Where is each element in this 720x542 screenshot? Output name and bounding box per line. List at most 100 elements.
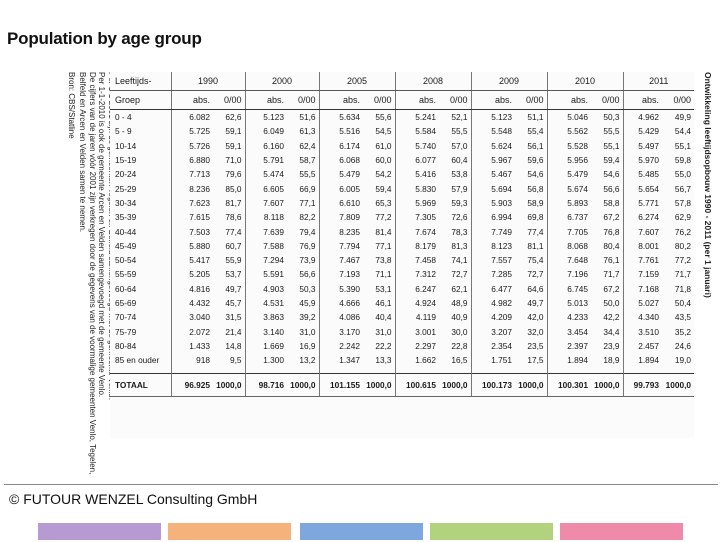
age-group-cell: TOTAAL [110, 373, 171, 398]
abs-value-cell: 5.970 [622, 152, 662, 168]
abs-value-cell: 6.994 [470, 210, 515, 225]
age-group-cell: 0 - 4 [115, 112, 132, 123]
permille-subheader: 0/00 [439, 90, 471, 110]
permille-subheader: 0/00 [515, 90, 547, 110]
table-row: 60-64 4.816 49,7 4.903 50,3 5.390 53,1 6.247 62,… [110, 281, 694, 296]
permille-value-cell: 39,2 [299, 312, 316, 323]
permille-value-cell: 32,0 [527, 326, 544, 337]
abs-value-cell: 8.118 [244, 210, 287, 225]
permille-value-cell: 72,6 [451, 212, 468, 223]
permille-subheader: 0/00 [213, 90, 245, 110]
abs-value-cell: 5.241 [394, 109, 439, 125]
source-notes: Per 1-1-2001 zijn de gemeenten Tegelen e… [36, 72, 116, 542]
abs-value-cell: 4.816 [170, 281, 213, 296]
permille-value-cell: 1000,0 [591, 373, 623, 398]
permille-value-cell: 34,4 [603, 326, 620, 337]
abs-value-cell: 4.531 [244, 295, 287, 311]
permille-value-cell: 55,5 [603, 126, 620, 137]
permille-value-cell: 23,9 [603, 340, 620, 351]
permille-value-cell: 60,7 [225, 240, 242, 251]
permille-value-cell: 77,1 [299, 197, 316, 208]
abs-value-cell: 5.516 [318, 124, 363, 139]
population-table: Leeftijds- 1990 2000 2005 2008 2009 2010 2011 … [110, 72, 695, 398]
table-row: 10-14 5.726 59,1 6.160 62,4 6.174 61,0 5.740 57,… [110, 138, 694, 153]
abs-value-cell: 5.624 [470, 138, 515, 153]
abs-value-cell: 7.312 [394, 267, 439, 282]
table-year-header-row: Leeftijds- 1990 2000 2005 2008 2009 2010 2011 [110, 72, 695, 91]
abs-value-cell: 7.639 [244, 224, 287, 239]
abs-value-cell: 1.894 [622, 353, 662, 368]
table-row: 25-29 8.236 85,0 6.605 66,9 6.005 59,4 5.830 57,… [110, 181, 694, 196]
abs-value-cell: 1.751 [470, 353, 515, 368]
abs-value-cell: 5.027 [622, 295, 662, 311]
permille-value-cell: 30,0 [451, 326, 468, 337]
abs-value-cell: 5.893 [546, 195, 591, 211]
permille-value-cell: 65,3 [375, 197, 392, 208]
abs-value-cell: 1.347 [318, 353, 363, 368]
abs-value-cell: 5.429 [622, 124, 662, 139]
footer-color-bar [430, 523, 553, 540]
permille-value-cell: 61,0 [375, 140, 392, 151]
permille-value-cell: 69,8 [527, 212, 544, 223]
abs-value-cell: 5.562 [546, 124, 591, 139]
permille-value-cell: 55,5 [299, 169, 316, 180]
permille-value-cell: 23,5 [527, 340, 544, 351]
age-group-cell: 60-64 [115, 283, 137, 294]
permille-value-cell: 77,2 [375, 212, 392, 223]
abs-value-cell: 5.390 [318, 281, 363, 296]
age-group-cell: 25-29 [115, 183, 137, 194]
abs-value-cell: 3.454 [546, 324, 591, 339]
abs-value-cell: 5.903 [470, 195, 515, 211]
permille-value-cell: 55,0 [674, 169, 692, 180]
permille-value-cell: 50,4 [674, 298, 692, 308]
abs-value-cell: 7.749 [470, 224, 515, 239]
source-note-line: De cijfers van de jaren vóór 2001 zijn v… [88, 72, 97, 475]
year-header: 2010 [546, 72, 623, 91]
abs-value-cell: 7.294 [244, 252, 287, 268]
abs-value-cell: 3.207 [470, 324, 515, 339]
permille-value-cell: 16,9 [299, 340, 316, 351]
year-header: 2005 [318, 72, 395, 91]
permille-value-cell: 45,9 [299, 298, 316, 308]
permille-value-cell: 71,7 [603, 269, 620, 280]
abs-value-cell: 7.196 [546, 267, 591, 282]
permille-value-cell: 54,6 [527, 169, 544, 180]
permille-value-cell: 77,1 [375, 240, 392, 251]
permille-value-cell: 56,6 [299, 269, 316, 280]
permille-value-cell: 54,2 [375, 169, 392, 180]
abs-value-cell: 99.793 [622, 373, 662, 398]
abs-value-cell: 4.119 [394, 310, 439, 325]
abs-subheader: abs. [244, 90, 287, 110]
source-note-line: Per 1-1-2010 is ook de gemeente Arcen en… [97, 72, 107, 398]
year-header: 2009 [470, 72, 547, 91]
abs-value-cell: 2.397 [546, 338, 591, 354]
abs-value-cell: 5.474 [244, 167, 287, 182]
abs-value-cell: 7.503 [170, 224, 213, 239]
abs-value-cell: 3.170 [318, 324, 363, 339]
permille-value-cell: 81,1 [527, 240, 544, 251]
table-subheader-row: Groep abs. 0/00 abs. 0/00 abs. 0/00 abs. 0/00 ab… [110, 90, 695, 110]
permille-value-cell: 58,9 [527, 197, 544, 208]
table-row: 75-79 2.072 21,4 3.140 31,0 3.170 31,0 3.001 30,… [110, 324, 694, 339]
permille-value-cell: 71,0 [225, 155, 242, 166]
permille-value-cell: 51,1 [527, 112, 544, 123]
permille-value-cell: 81,4 [375, 226, 392, 237]
abs-value-cell: 8.068 [546, 238, 591, 253]
permille-value-cell: 40,4 [375, 312, 392, 323]
permille-value-cell: 18,9 [603, 355, 620, 366]
age-group-cell: 15-19 [115, 155, 137, 166]
abs-value-cell: 2.457 [622, 338, 662, 354]
abs-value-cell: 7.588 [244, 238, 287, 253]
abs-value-cell: 5.654 [622, 181, 662, 196]
age-group-cell: 5 - 9 [115, 126, 132, 137]
permille-value-cell: 16,5 [451, 355, 468, 366]
abs-value-cell: 5.013 [546, 295, 591, 311]
abs-value-cell: 5.123 [244, 109, 287, 125]
abs-value-cell: 7.193 [318, 267, 363, 282]
permille-value-cell: 53,7 [225, 269, 242, 280]
table-total-row: TOTAAL 96.925 1000,0 98.716 1000,0 101.155 100… [110, 373, 695, 398]
abs-value-cell: 6.160 [244, 138, 287, 153]
source-note-line: Bron: CBS/Statline [67, 72, 76, 139]
year-header: 2011 [622, 72, 695, 91]
abs-value-cell: 8.236 [170, 181, 213, 196]
